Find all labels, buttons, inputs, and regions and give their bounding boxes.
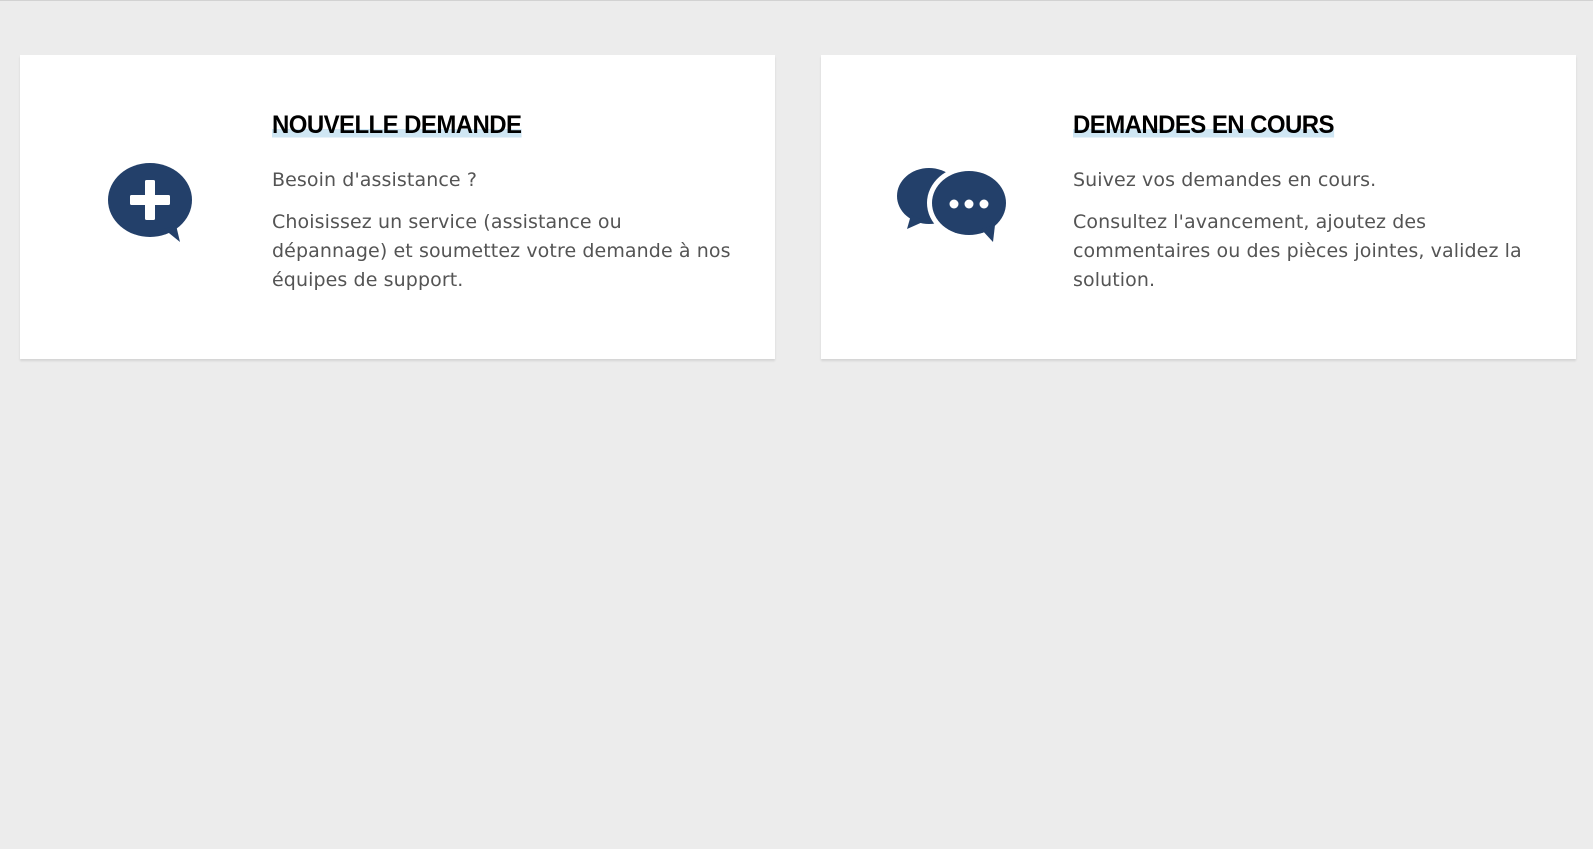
speech-bubbles-ellipsis-icon <box>897 167 1009 243</box>
card-description: Consultez l'avancement, ajoutez des comm… <box>1073 210 1522 291</box>
card-nouvelle-demande[interactable]: NOUVELLE DEMANDE Besoin d'assistance ? C… <box>20 55 775 359</box>
card-lead: Besoin d'assistance ? <box>272 168 478 191</box>
card-demandes-en-cours[interactable]: DEMANDES EN COURS Suivez vos demandes en… <box>821 55 1576 359</box>
service-cards: NOUVELLE DEMANDE Besoin d'assistance ? C… <box>20 55 1576 359</box>
card-body: DEMANDES EN COURS Suivez vos demandes en… <box>1073 111 1543 295</box>
card-title: NOUVELLE DEMANDE <box>272 111 522 140</box>
speech-bubble-plus-icon <box>108 163 196 243</box>
card-lead: Suivez vos demandes en cours. <box>1073 168 1377 191</box>
card-title: DEMANDES EN COURS <box>1073 111 1334 140</box>
card-body: NOUVELLE DEMANDE Besoin d'assistance ? C… <box>272 111 742 295</box>
card-description: Choisissez un service (assistance ou dép… <box>272 210 731 291</box>
